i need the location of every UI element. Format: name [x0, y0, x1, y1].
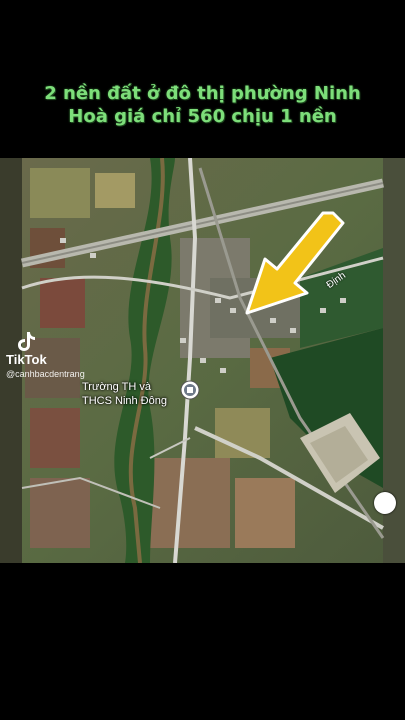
video-caption: 2 nền đất ở đô thị phường Ninh Hoà giá c… [44, 83, 361, 127]
school-label-line2: THCS Ninh Đông [82, 395, 167, 407]
tiktok-logo-icon [18, 332, 35, 351]
school-pin-icon[interactable] [180, 380, 200, 404]
tiktok-brand: TikTok [6, 352, 47, 367]
tiktok-username: @canhbacdentrang [6, 369, 85, 379]
tiktok-watermark: TikTok @canhbacdentrang [6, 330, 85, 379]
school-label-line1: Trường TH và [82, 381, 151, 393]
arrow-pointer-icon [245, 211, 345, 315]
compass-icon[interactable] [374, 492, 396, 514]
school-label: Trường TH và THCS Ninh Đông [82, 380, 167, 408]
